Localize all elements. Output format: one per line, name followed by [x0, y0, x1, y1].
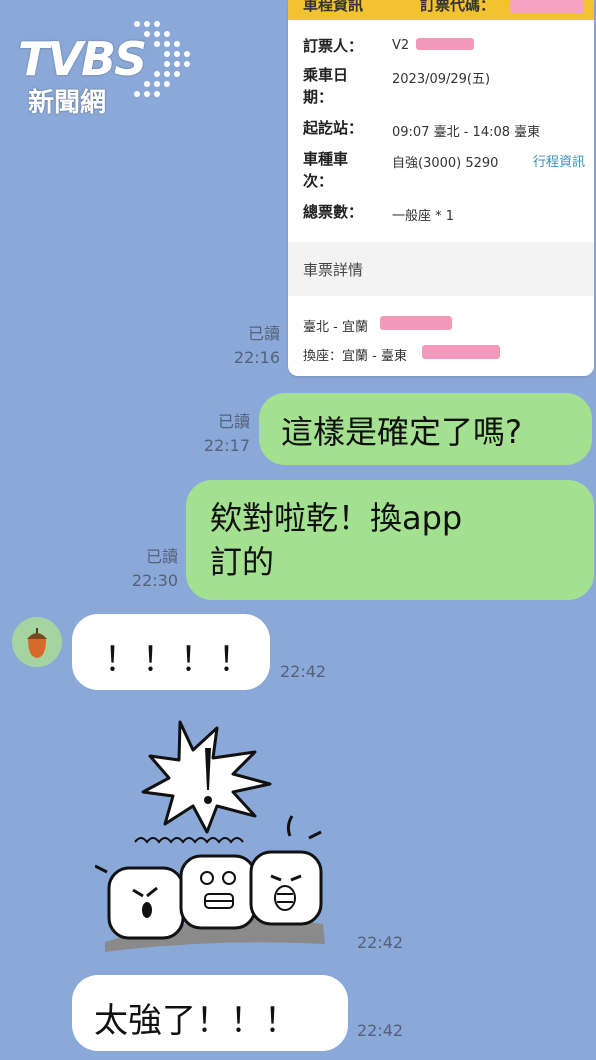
received-message-bubble[interactable]: 太強了！！！ — [72, 975, 348, 1051]
ticket-header-bar: 車程資訊 訂票代碼： — [288, 0, 594, 20]
ticket-detail-1: 臺北 - 宜蘭 — [303, 320, 368, 335]
message-time: 22:42 — [357, 933, 404, 952]
ticket-header-left: 車程資訊 — [303, 0, 364, 14]
ticket-value-count: 一般座 * 1 — [392, 209, 455, 224]
message-meta: 已讀 22:30 — [132, 545, 178, 593]
read-status: 已讀 — [247, 324, 280, 343]
ticket-value-stations: 09:07 臺北 - 14:08 臺東 — [392, 125, 541, 140]
read-status: 已讀 — [145, 547, 178, 566]
tvbs-news-logo: TVBS 新聞網 — [18, 18, 198, 118]
ticket-value-train: 自強(3000) 5290 — [392, 156, 499, 171]
redaction-mark — [380, 316, 452, 330]
contact-avatar[interactable] — [12, 617, 62, 667]
ticket-value-date: 2023/09/29(五) — [392, 72, 491, 87]
message-meta: 已讀 22:16 — [234, 322, 280, 370]
ticket-label-date: 乘車日期： — [303, 66, 349, 106]
message-text: 這樣是確定了嗎? — [281, 413, 522, 451]
trip-info-link[interactable]: 行程資訊 — [533, 151, 585, 170]
shocked-tofu-sticker[interactable] — [95, 712, 335, 952]
ticket-label-booker: 訂票人： — [303, 37, 364, 55]
read-status: 已讀 — [217, 412, 250, 431]
logo-dots-icon — [134, 21, 190, 97]
ticket-details-section: 車票詳情 — [288, 242, 594, 296]
received-message-bubble[interactable]: ！！！！ — [72, 614, 270, 690]
acorn-icon — [27, 628, 47, 658]
message-time: 22:42 — [357, 1021, 404, 1040]
ticket-detail-2: 換座：宜蘭 - 臺東 — [303, 349, 407, 364]
message-text: 太強了！！！ — [94, 1001, 298, 1041]
message-line-1: 欸對啦乾！換app — [210, 499, 463, 537]
message-time: 22:30 — [131, 571, 178, 590]
ticket-section-title: 車票詳情 — [303, 261, 364, 279]
redaction-mark — [416, 38, 474, 50]
ticket-label-count: 總票數： — [303, 203, 364, 221]
sent-message-bubble[interactable]: 欸對啦乾！換app 訂的 — [186, 480, 594, 600]
shared-ticket-image[interactable]: 車程資訊 訂票代碼： 訂票人： V2 乘車日期： 2023/09/29(五) 起… — [288, 0, 594, 376]
message-line-2: 訂的 — [210, 543, 275, 581]
message-time: 22:17 — [203, 436, 250, 455]
sent-message-bubble[interactable]: 這樣是確定了嗎? — [259, 393, 592, 465]
ticket-header-right: 訂票代碼： — [420, 0, 496, 14]
message-time: 22:42 — [280, 662, 327, 681]
ticket-label-stations: 起訖站： — [303, 119, 364, 137]
message-text: 欸對啦乾！換app 訂的 — [210, 496, 462, 584]
ticket-label-train: 車種車次： — [303, 150, 349, 190]
redaction-mark — [422, 345, 500, 359]
message-text: ！！！！ — [104, 640, 256, 680]
logo-subtitle: 新聞網 — [28, 88, 107, 118]
ticket-value-booker: V2 — [392, 38, 410, 53]
message-time: 22:16 — [233, 348, 280, 367]
message-meta: 已讀 22:17 — [204, 410, 250, 458]
redaction-mark — [510, 0, 584, 14]
